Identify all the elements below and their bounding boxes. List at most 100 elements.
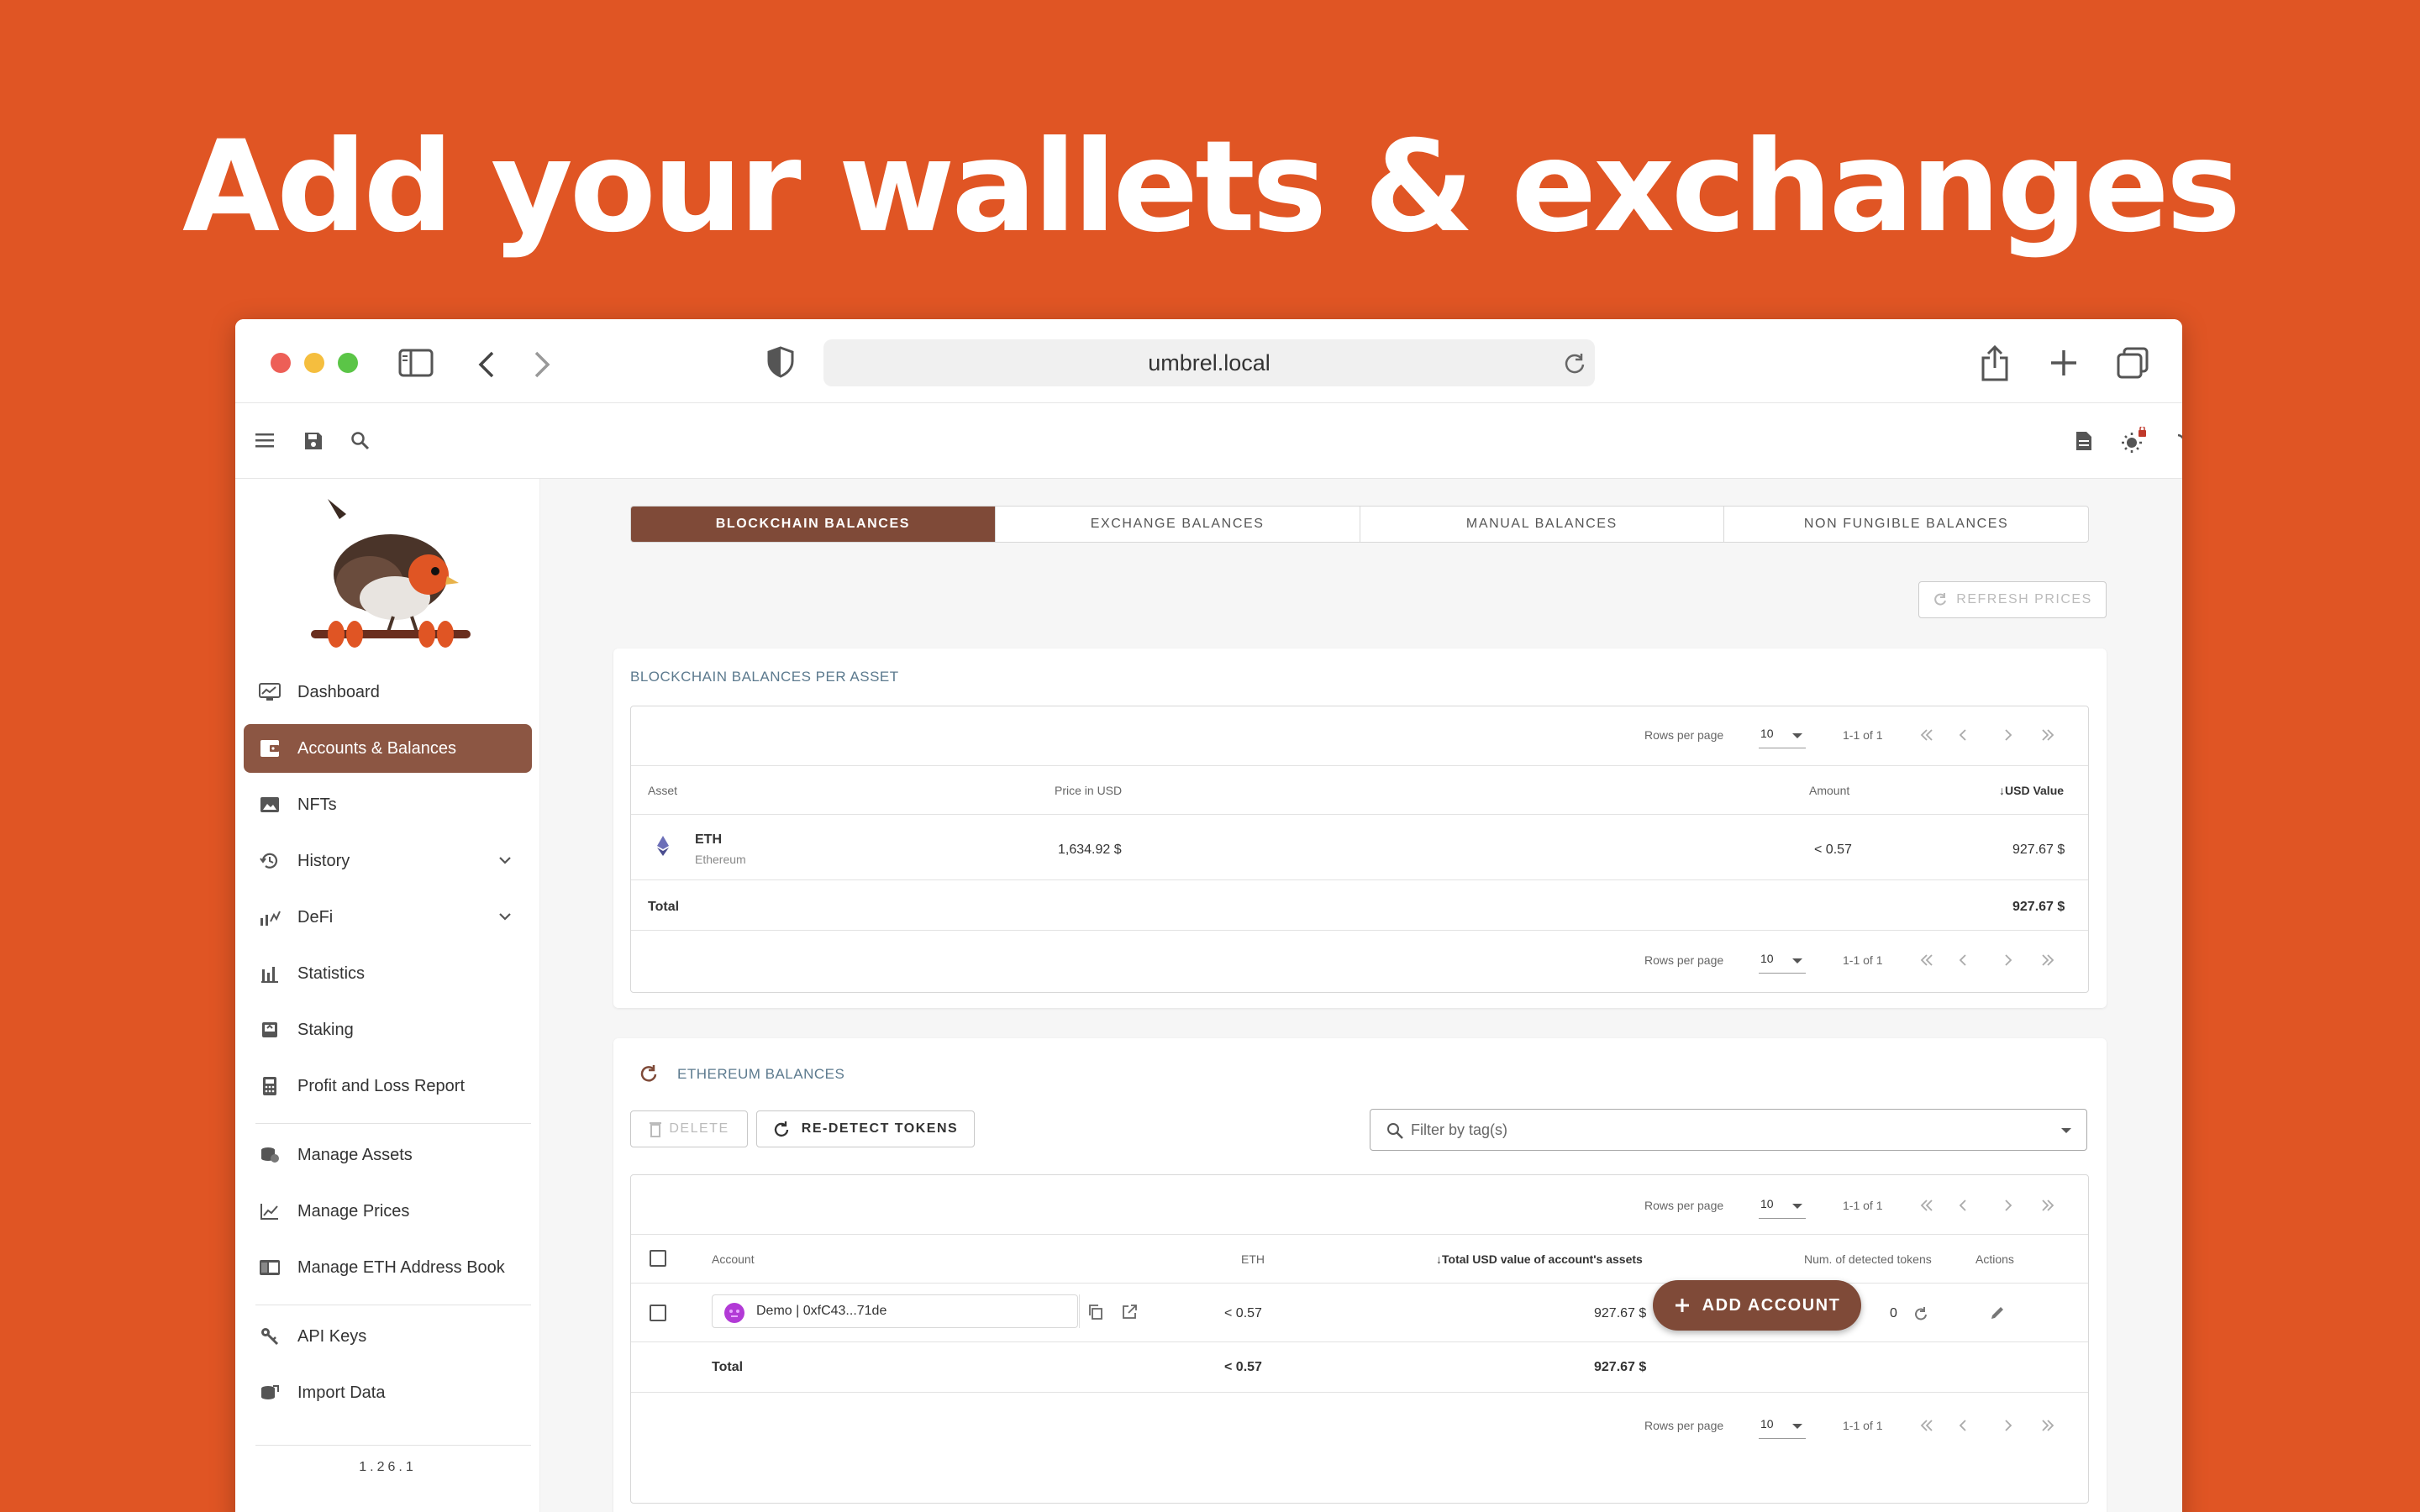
new-tab-icon[interactable] xyxy=(2049,348,2079,378)
sidebar-item-label: Statistics xyxy=(297,963,366,983)
edit-icon[interactable] xyxy=(1989,1305,2006,1321)
tag-filter-input[interactable]: Filter by tag(s) xyxy=(1370,1109,2087,1151)
url-bar[interactable]: umbrel.local xyxy=(823,339,1595,386)
refresh-icon[interactable] xyxy=(1913,1306,1928,1321)
tab-non-fungible-balances[interactable]: NON FUNGIBLE BALANCES xyxy=(1724,507,2088,542)
sidebar-item-nfts[interactable]: NFTs xyxy=(244,780,532,829)
account-chip[interactable]: Demo | 0xfC43...71de xyxy=(712,1294,1137,1328)
pagination-arrows[interactable] xyxy=(1918,1197,2070,1214)
avatar xyxy=(724,1303,744,1323)
rows-per-page-select[interactable]: 10 xyxy=(1759,948,1806,974)
tab-blockchain-balances[interactable]: BLOCKCHAIN BALANCES xyxy=(631,507,996,542)
maximize-window-button[interactable] xyxy=(338,353,358,373)
rows-value: 10 xyxy=(1760,1197,1774,1210)
reload-icon[interactable] xyxy=(1563,351,1586,375)
robin-logo xyxy=(311,499,471,648)
delete-label: DELETE xyxy=(669,1121,729,1136)
rows-per-page-label: Rows per page xyxy=(1644,1419,1724,1432)
coins-icon xyxy=(257,1142,282,1168)
col-total-usd[interactable]: ↓Total USD value of account's assets xyxy=(1436,1252,1643,1266)
refresh-prices-button[interactable]: REFRESH PRICES xyxy=(1918,581,2107,618)
sidebar-item-defi[interactable]: DeFi xyxy=(244,893,532,942)
sidebar-item-statistics[interactable]: Statistics xyxy=(244,949,532,998)
sidebar-item-label: Staking xyxy=(297,1020,354,1039)
tabs-overview-icon[interactable] xyxy=(2116,346,2149,380)
chevron-down-icon[interactable] xyxy=(497,852,513,869)
pagination-arrows[interactable] xyxy=(1918,952,2070,969)
headline: Add your wallets & exchanges xyxy=(182,114,2241,260)
sidebar-item-label: Dashboard xyxy=(297,682,380,701)
forward-icon[interactable] xyxy=(533,351,551,378)
sidebar-item-profit-loss[interactable]: Profit and Loss Report xyxy=(244,1062,532,1110)
refresh-icon[interactable] xyxy=(639,1063,659,1084)
card-title: ETHEREUM BALANCES xyxy=(677,1066,845,1082)
total-label: Total xyxy=(648,900,680,914)
sidebar-divider xyxy=(255,1123,531,1124)
refresh-icon xyxy=(1934,593,1947,606)
minimize-window-button[interactable] xyxy=(304,353,324,373)
add-account-button[interactable]: ADD ACCOUNT xyxy=(1653,1280,1861,1331)
pagination-arrows[interactable] xyxy=(1918,727,2070,743)
sidebar-item-dashboard[interactable]: Dashboard xyxy=(244,668,532,717)
rows-per-page-label: Rows per page xyxy=(1644,953,1724,967)
delete-button[interactable]: DELETE xyxy=(630,1110,748,1147)
col-usd-value[interactable]: ↓USD Value xyxy=(1999,784,2064,797)
add-account-label: ADD ACCOUNT xyxy=(1702,1295,1841,1315)
lock-icon xyxy=(2139,430,2146,437)
account-eth: < 0.57 xyxy=(1224,1306,1262,1320)
sidebar-item-label: DeFi xyxy=(297,907,334,927)
rows-per-page-label: Rows per page xyxy=(1644,728,1724,742)
save-icon[interactable] xyxy=(302,430,324,452)
balance-tabs: BLOCKCHAIN BALANCES EXCHANGE BALANCES MA… xyxy=(630,506,2089,543)
sidebar-item-manage-assets[interactable]: Manage Assets xyxy=(244,1131,532,1179)
redetect-tokens-button[interactable]: RE-DETECT TOKENS xyxy=(756,1110,975,1147)
select-all-checkbox[interactable] xyxy=(650,1250,666,1267)
sidebar-item-manage-prices[interactable]: Manage Prices xyxy=(244,1187,532,1236)
browser-toolbar: umbrel.local xyxy=(235,319,2182,403)
notes-icon[interactable] xyxy=(2074,430,2094,452)
sidebar-item-label: NFTs xyxy=(297,795,337,814)
pagination-arrows[interactable] xyxy=(1918,1417,2070,1434)
back-icon[interactable] xyxy=(477,351,496,378)
eth-icon xyxy=(657,836,669,856)
sidebar-item-staking[interactable]: Staking xyxy=(244,1005,532,1054)
page-range: 1-1 of 1 xyxy=(1843,728,1883,742)
sidebar-item-label: Manage ETH Address Book xyxy=(297,1257,505,1277)
sidebar-item-accounts-balances[interactable]: Accounts & Balances xyxy=(244,724,532,773)
menu-icon[interactable] xyxy=(254,431,276,449)
tab-exchange-balances[interactable]: EXCHANGE BALANCES xyxy=(996,507,1360,542)
col-asset: Asset xyxy=(648,784,678,797)
sidebar-item-label: Manage Assets xyxy=(297,1145,413,1164)
history-icon xyxy=(257,848,282,874)
app-version: 1.26.1 xyxy=(359,1460,417,1474)
rows-per-page-select[interactable]: 10 xyxy=(1759,1194,1806,1219)
rows-value: 10 xyxy=(1760,727,1774,740)
theme-icon[interactable] xyxy=(2119,427,2148,455)
rows-per-page-select[interactable]: 10 xyxy=(1759,1414,1806,1439)
sidebar-item-label: Accounts & Balances xyxy=(297,738,456,758)
tab-manual-balances[interactable]: MANUAL BALANCES xyxy=(1360,507,1725,542)
shield-icon[interactable] xyxy=(766,346,795,378)
bar-chart-icon xyxy=(257,961,282,986)
rows-per-page-select[interactable]: 10 xyxy=(1759,723,1806,748)
copy-icon[interactable] xyxy=(1087,1304,1104,1320)
col-price: Price in USD xyxy=(1055,784,1123,797)
sidebar-item-label: Profit and Loss Report xyxy=(297,1076,465,1095)
sidebar-item-api-keys[interactable]: API Keys xyxy=(244,1312,532,1361)
trash-icon xyxy=(650,1122,662,1137)
share-icon[interactable] xyxy=(1980,344,2010,381)
chevron-down-icon[interactable] xyxy=(497,908,513,925)
sidebar-item-import-data[interactable]: Import Data xyxy=(244,1368,532,1417)
sort-desc-icon: ↓ xyxy=(1999,784,2005,797)
asset-name: Ethereum xyxy=(695,853,746,866)
page-range: 1-1 of 1 xyxy=(1843,953,1883,967)
refresh-icon xyxy=(774,1121,788,1137)
close-window-button[interactable] xyxy=(271,353,291,373)
col-eth: ETH xyxy=(1241,1252,1265,1266)
row-checkbox[interactable] xyxy=(650,1305,666,1321)
search-icon[interactable] xyxy=(350,430,371,452)
sidebar-item-history[interactable]: History xyxy=(244,837,532,885)
sidebar-toggle-icon[interactable] xyxy=(398,349,434,377)
sidebar-item-address-book[interactable]: Manage ETH Address Book xyxy=(244,1243,532,1292)
external-link-icon[interactable] xyxy=(1121,1304,1138,1320)
